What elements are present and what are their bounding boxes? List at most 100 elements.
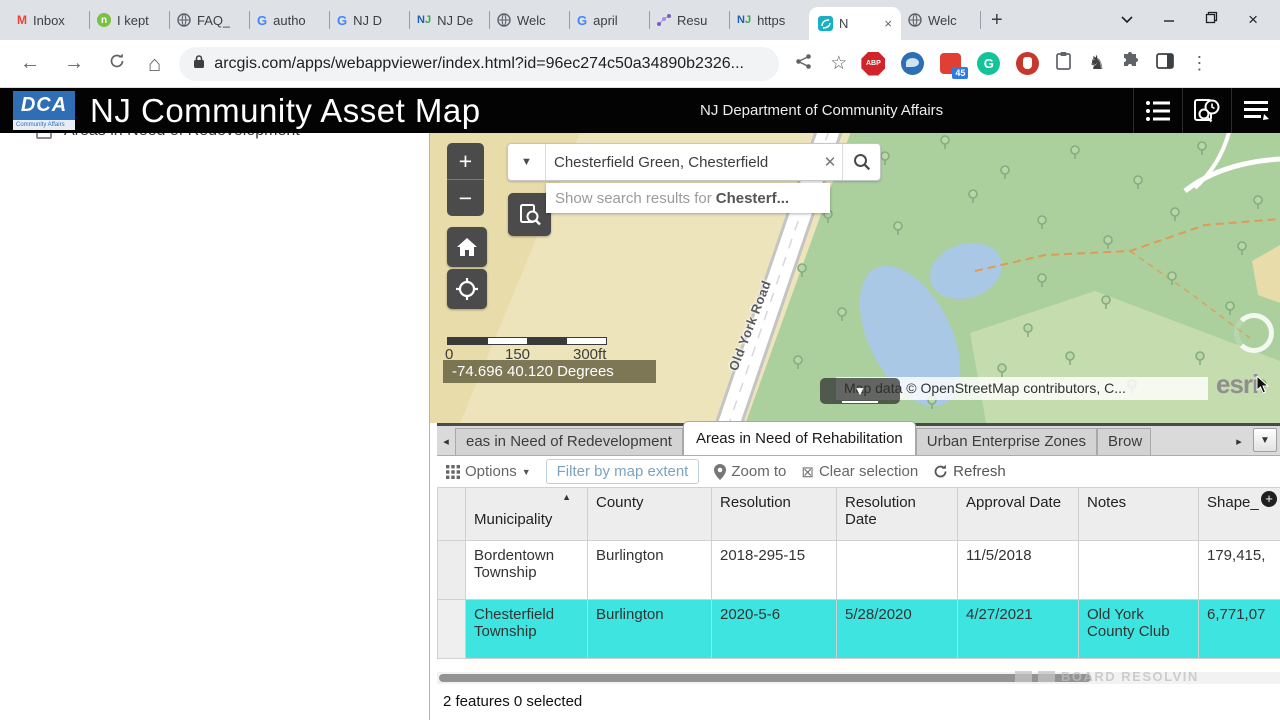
thunderbird-extension-icon[interactable] — [901, 52, 924, 75]
refresh-button[interactable]: Refresh — [933, 463, 1006, 480]
home-extent-button[interactable] — [447, 227, 487, 267]
forward-button[interactable]: → — [64, 52, 84, 75]
table-row[interactable]: Bordentown Township Burlington 2018-295-… — [438, 541, 1280, 600]
cell-resolution-date[interactable] — [837, 541, 958, 600]
map-canvas[interactable]: Old York Road + − ▼ Chesterfield Green, … — [430, 133, 1280, 423]
dark-animal-extension-icon[interactable] — [1088, 54, 1105, 73]
cell-approval-date[interactable]: 11/5/2018 — [958, 541, 1079, 600]
tab-urban-enterprise-zones[interactable]: Urban Enterprise Zones — [916, 428, 1097, 455]
col-resolution[interactable]: Resolution — [712, 488, 837, 541]
legend-button[interactable] — [1133, 88, 1182, 133]
col-approval-date[interactable]: Approval Date — [958, 488, 1079, 541]
browser-tab[interactable]: NJ De — [410, 0, 489, 40]
home-button[interactable]: ⌂ — [148, 51, 161, 77]
back-button[interactable]: ← — [20, 52, 40, 75]
filter-by-map-extent-button[interactable]: Filter by map extent — [546, 459, 700, 484]
cell-notes[interactable] — [1079, 541, 1199, 600]
window-close-button[interactable]: × — [1248, 10, 1258, 30]
tabs-scroll-right-icon[interactable]: ▸ — [1230, 428, 1248, 455]
col-shape[interactable]: Shape_ — [1199, 488, 1280, 541]
table-row-selected[interactable]: Chesterfield Township Burlington 2020-5-… — [438, 600, 1280, 659]
cell-shape[interactable]: 179,415, — [1199, 541, 1280, 600]
search-clear-icon[interactable]: ✕ — [818, 153, 842, 171]
side-panel-icon[interactable] — [1156, 53, 1174, 74]
share-icon[interactable] — [795, 53, 812, 75]
layer-list-panel: Areas in Need of Redevelopment — [0, 133, 430, 720]
globe-icon — [177, 13, 191, 27]
extension-icon-badge[interactable]: 45 — [940, 53, 961, 74]
grammarly-extension-icon[interactable] — [977, 52, 1000, 75]
search-input[interactable]: Chesterfield Green, Chesterfield — [546, 154, 818, 171]
col-notes[interactable]: Notes — [1079, 488, 1199, 541]
cell-resolution-date[interactable]: 5/28/2020 — [837, 600, 958, 659]
browser-tab[interactable]: april — [570, 0, 649, 40]
my-location-button[interactable] — [447, 269, 487, 309]
selector-column-header[interactable] — [438, 488, 466, 541]
tab-areas-rehabilitation[interactable]: Areas in Need of Rehabilitation — [683, 421, 916, 455]
query-widget-button[interactable] — [508, 193, 551, 236]
zoom-in-button[interactable]: + — [447, 143, 484, 180]
col-resolution-date[interactable]: Resolution Date — [837, 488, 958, 541]
new-tab-button[interactable]: + — [991, 9, 1003, 32]
tabs-scroll-left-icon[interactable]: ◂ — [437, 428, 455, 455]
app-header: DCA Community Affairs NJ Community Asset… — [0, 88, 1280, 133]
adblock-plus-extension-icon[interactable]: ABP — [861, 52, 885, 76]
search-suggestion[interactable]: Show search results for Chesterf... — [546, 183, 830, 213]
cell-municipality[interactable]: Chesterfield Township — [466, 600, 588, 659]
layer-checkbox[interactable] — [36, 133, 52, 139]
tab-search-chevron-icon[interactable] — [1121, 11, 1133, 29]
row-selector[interactable] — [438, 541, 466, 600]
clipboard-extension-icon[interactable] — [1055, 51, 1072, 76]
col-municipality[interactable]: ▲Municipality — [466, 488, 588, 541]
layer-list-item-clipped[interactable]: Areas in Need of Redevelopment — [36, 133, 300, 142]
window-minimize-button[interactable] — [1163, 11, 1175, 29]
browser-tab[interactable]: Welc — [901, 0, 980, 40]
adblock-extension-icon[interactable] — [1016, 52, 1039, 75]
tabs-dropdown-button[interactable]: ▼ — [1253, 428, 1277, 452]
browser-tab[interactable]: Inbox — [10, 0, 89, 40]
zoom-to-button[interactable]: Zoom to — [714, 463, 786, 480]
attribute-search-button[interactable] — [1182, 88, 1231, 133]
tab-areas-redevelopment[interactable]: eas in Need of Redevelopment — [455, 428, 683, 455]
menu-button[interactable] — [1231, 88, 1280, 133]
browser-tab[interactable]: autho — [250, 0, 329, 40]
browser-tab[interactable]: Resu — [650, 0, 729, 40]
dca-logo: DCA Community Affairs — [13, 91, 75, 130]
reload-button[interactable] — [108, 52, 126, 75]
cell-resolution[interactable]: 2020-5-6 — [712, 600, 837, 659]
cell-resolution[interactable]: 2018-295-15 — [712, 541, 837, 600]
cell-notes[interactable]: Old York County Club — [1079, 600, 1199, 659]
row-selector[interactable] — [438, 600, 466, 659]
cell-shape[interactable]: 6,771,07 — [1199, 600, 1280, 659]
cell-approval-date[interactable]: 4/27/2021 — [958, 600, 1079, 659]
tab-divider — [980, 11, 981, 29]
scrollbar-thumb[interactable] — [439, 674, 1091, 682]
tab-label: NJ De — [437, 13, 473, 28]
bookmark-star-icon[interactable]: ☆ — [830, 52, 847, 75]
tab-label: Welc — [928, 13, 957, 28]
cell-municipality[interactable]: Bordentown Township — [466, 541, 588, 600]
browser-tab[interactable]: NJ D — [330, 0, 409, 40]
browser-menu-icon[interactable]: ⋮ — [1190, 53, 1208, 74]
cell-county[interactable]: Burlington — [588, 600, 712, 659]
cell-county[interactable]: Burlington — [588, 541, 712, 600]
tab-close-icon[interactable]: × — [884, 16, 892, 31]
zoom-out-button[interactable]: − — [447, 180, 484, 216]
search-source-dropdown[interactable]: ▼ — [508, 144, 546, 180]
feature-count-status: 2 features 0 selected — [443, 693, 582, 710]
browser-tab-active[interactable]: N × — [809, 7, 901, 40]
browser-tab[interactable]: FAQ_ — [170, 0, 249, 40]
browser-tab[interactable]: https — [730, 0, 809, 40]
col-county[interactable]: County — [588, 488, 712, 541]
tab-brownfields[interactable]: Brow — [1097, 428, 1151, 455]
extensions-puzzle-icon[interactable] — [1121, 52, 1140, 76]
tab-label: Inbox — [33, 13, 65, 28]
browser-tab[interactable]: I kept — [90, 0, 169, 40]
browser-tab[interactable]: Welc — [490, 0, 569, 40]
options-menu-button[interactable]: Options▼ — [446, 463, 531, 480]
search-button[interactable] — [842, 144, 880, 180]
column-options-icon[interactable] — [1261, 491, 1277, 507]
omnibox[interactable]: arcgis.com/apps/webappviewer/index.html?… — [179, 47, 779, 81]
clear-selection-button[interactable]: ⊠ Clear selection — [801, 463, 918, 481]
window-restore-button[interactable] — [1205, 11, 1218, 29]
